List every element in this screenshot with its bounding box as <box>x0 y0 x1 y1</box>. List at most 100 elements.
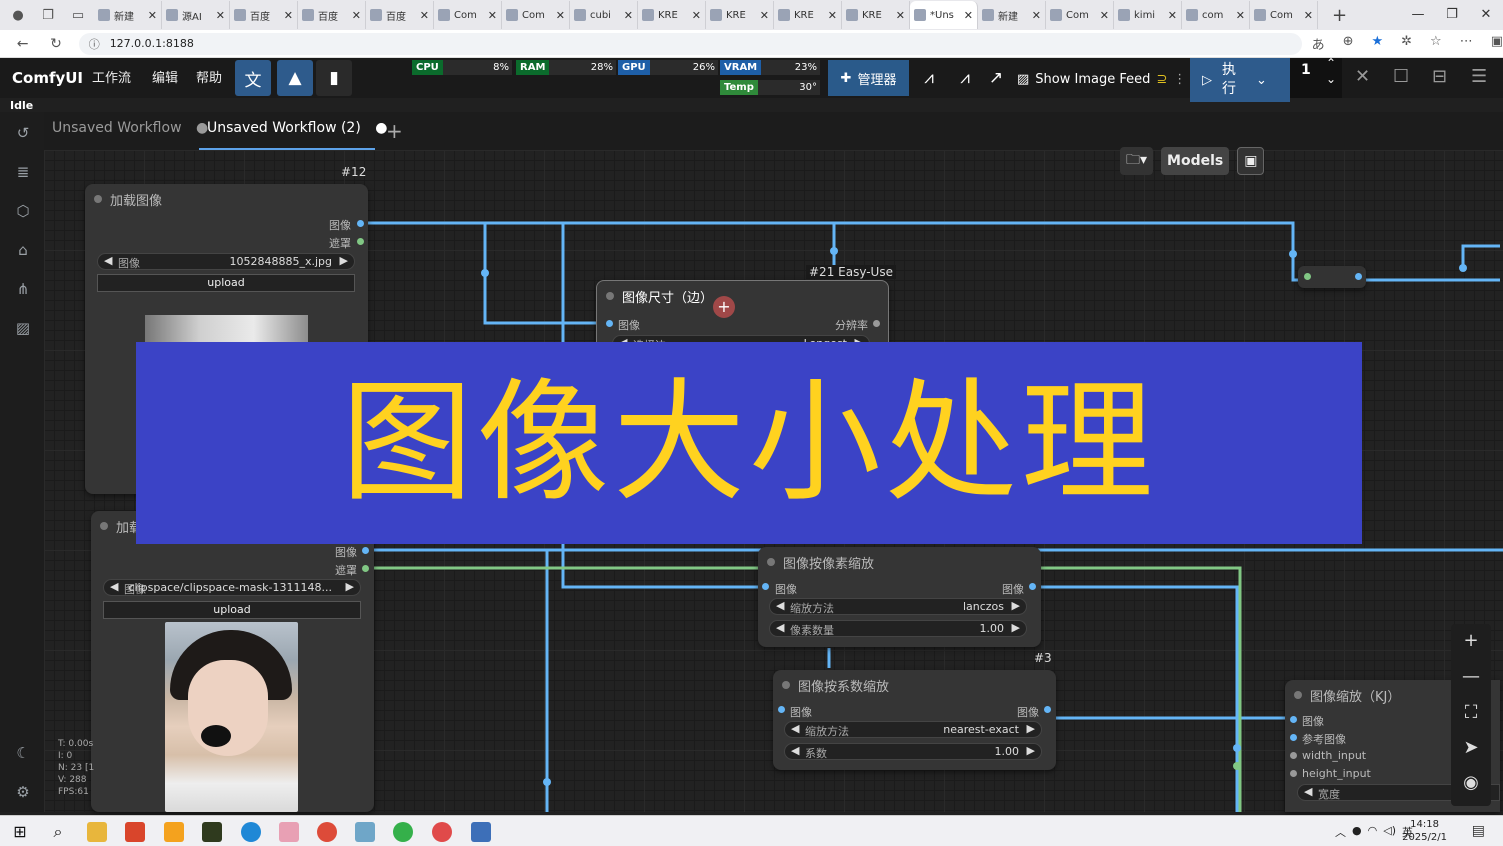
input-height-pin[interactable] <box>1290 770 1297 777</box>
open-folder-button[interactable]: 🗀▾ <box>1120 147 1154 175</box>
input-slot-label: 参考图像 <box>1302 733 1346 746</box>
output-slot-label: 图像 <box>1002 583 1024 596</box>
widget-value: lanczos <box>962 600 1004 613</box>
graph-canvas-menu: + — ⛶ ➤ ◉ <box>1451 624 1491 806</box>
node-title: 加载图像 <box>110 194 163 209</box>
chrome-icon[interactable] <box>317 822 337 842</box>
input-image-pin[interactable] <box>762 583 769 590</box>
fit-view-icon[interactable]: ⛶ <box>1460 702 1482 723</box>
output-image-pin[interactable] <box>362 547 369 554</box>
node-collapse-dot[interactable] <box>1294 691 1302 699</box>
output-slot-label: 图像 <box>1017 706 1039 719</box>
arrow-right-icon[interactable]: ▶ <box>346 580 354 593</box>
upscale-method-combo[interactable]: ◀ 缩放方法 lanczos ▶ <box>769 598 1027 615</box>
app-icon[interactable] <box>279 822 299 842</box>
arrow-left-icon[interactable]: ◀ <box>791 744 799 757</box>
input-image-pin[interactable] <box>1290 716 1297 723</box>
widget-value: 1052848885_x.jpg <box>229 255 332 268</box>
file-explorer-icon[interactable] <box>87 822 107 842</box>
windows-start-icon[interactable]: ⊞ <box>10 822 30 842</box>
widget-value: clipspace/clipspace-mask-1311148... <box>128 581 332 594</box>
widget-label: 缩放方法 <box>790 602 834 615</box>
zoom-out-icon[interactable]: — <box>1460 666 1482 687</box>
preview-image <box>145 315 308 345</box>
canvas-top-tools: 🗀▾ Models ▣ <box>1120 147 1265 175</box>
output-slot-label: 遮罩 <box>335 564 357 577</box>
input-reference-pin[interactable] <box>1290 734 1297 741</box>
scale-factor-number-widget[interactable]: ◀ 系数 1.00 ▶ <box>784 743 1042 760</box>
node-collapse-dot[interactable] <box>100 522 108 530</box>
arrow-left-icon[interactable]: ◀ <box>776 621 784 634</box>
arrow-right-icon[interactable]: ▶ <box>1012 621 1020 634</box>
select-mode-icon[interactable]: ➤ <box>1460 737 1482 758</box>
arrow-left-icon[interactable]: ◀ <box>110 580 118 593</box>
app-icon[interactable] <box>355 822 375 842</box>
chevron-up-icon[interactable]: ︿ <box>1335 824 1346 840</box>
output-slot-label: 图像 <box>329 219 351 232</box>
widget-label: 像素数量 <box>790 624 834 637</box>
clock-time: 14:18 <box>1410 819 1439 830</box>
image-link <box>1037 585 1239 812</box>
input-slot-label: 图像 <box>618 319 640 332</box>
reroute-node[interactable] <box>1298 266 1366 288</box>
output-mask-pin[interactable] <box>362 565 369 572</box>
arrow-right-icon[interactable]: ▶ <box>1027 744 1035 757</box>
output-image-pin[interactable] <box>1044 706 1051 713</box>
recorder-icon[interactable] <box>432 822 452 842</box>
arrow-left-icon[interactable]: ◀ <box>104 254 112 267</box>
widget-value: 1.00 <box>979 622 1005 635</box>
stat-line: I: 0 <box>58 751 73 761</box>
megapixels-number-widget[interactable]: ◀ 像素数量 1.00 ▶ <box>769 620 1027 637</box>
arrow-left-icon[interactable]: ◀ <box>1304 785 1312 798</box>
folder-icon: 🗀▾ <box>1126 152 1148 168</box>
output-image-pin[interactable] <box>1029 583 1036 590</box>
nvidia-icon[interactable] <box>202 822 222 842</box>
zoom-in-icon[interactable]: + <box>1460 630 1482 651</box>
widget-value: nearest-exact <box>943 723 1019 736</box>
save-workflow-button[interactable]: ▣ <box>1237 147 1265 175</box>
node-title: 图像按系数缩放 <box>798 680 890 695</box>
edge-icon[interactable] <box>241 822 261 842</box>
upscale-method-combo[interactable]: ◀ 缩放方法 nearest-exact ▶ <box>784 721 1042 738</box>
banner-title: 图像大小处理 <box>341 366 1157 520</box>
wps-icon[interactable] <box>125 822 145 842</box>
image-combo-widget[interactable]: ◀ 图像 1052848885_x.jpg ▶ <box>97 253 355 270</box>
arrow-left-icon[interactable]: ◀ <box>791 722 799 735</box>
node-title: 图像缩放（KJ） <box>1310 690 1401 705</box>
upload-button[interactable]: upload <box>97 274 355 292</box>
node-collapse-dot[interactable] <box>782 681 790 689</box>
output-mask-pin[interactable] <box>357 238 364 245</box>
app-icon[interactable] <box>164 822 184 842</box>
input-width-pin[interactable] <box>1290 752 1297 759</box>
input-image-pin[interactable] <box>778 706 785 713</box>
node-collapse-dot[interactable] <box>606 292 614 300</box>
reroute-output-pin[interactable] <box>1355 273 1362 280</box>
wechat-icon[interactable] <box>393 822 413 842</box>
widget-label: 缩放方法 <box>805 725 849 738</box>
microphone-icon[interactable]: ● <box>1352 824 1362 840</box>
reroute-input-pin[interactable] <box>1304 273 1311 280</box>
models-button[interactable]: Models <box>1161 147 1230 175</box>
search-icon[interactable]: ⌕ <box>48 822 68 842</box>
clock[interactable]: 14:18 2025/2/1 <box>1402 818 1447 844</box>
stat-line: V: 288 <box>58 775 87 785</box>
node-collapse-dot[interactable] <box>94 195 102 203</box>
input-image-pin[interactable] <box>606 320 613 327</box>
image-link <box>1461 244 1500 268</box>
volume-icon[interactable]: ◁) <box>1383 824 1396 840</box>
output-image-pin[interactable] <box>357 220 364 227</box>
arrow-right-icon[interactable]: ▶ <box>340 254 348 267</box>
toggle-links-eye-icon[interactable]: ◉ <box>1460 772 1482 793</box>
image-combo-widget[interactable]: ◀ 图像 clipspace/clipspace-mask-1311148...… <box>103 579 361 596</box>
network-icon[interactable]: ◠ <box>1368 824 1378 840</box>
widget-label: 宽度 <box>1318 788 1340 801</box>
notification-icon[interactable]: ▤ <box>1472 823 1485 839</box>
calculator-icon[interactable] <box>471 822 491 842</box>
arrow-left-icon[interactable]: ◀ <box>776 599 784 612</box>
upload-button[interactable]: upload <box>103 601 361 619</box>
output-slot-label: 图像 <box>335 546 357 559</box>
arrow-right-icon[interactable]: ▶ <box>1027 722 1035 735</box>
output-resolution-pin[interactable] <box>873 320 880 327</box>
node-collapse-dot[interactable] <box>767 558 775 566</box>
arrow-right-icon[interactable]: ▶ <box>1012 599 1020 612</box>
